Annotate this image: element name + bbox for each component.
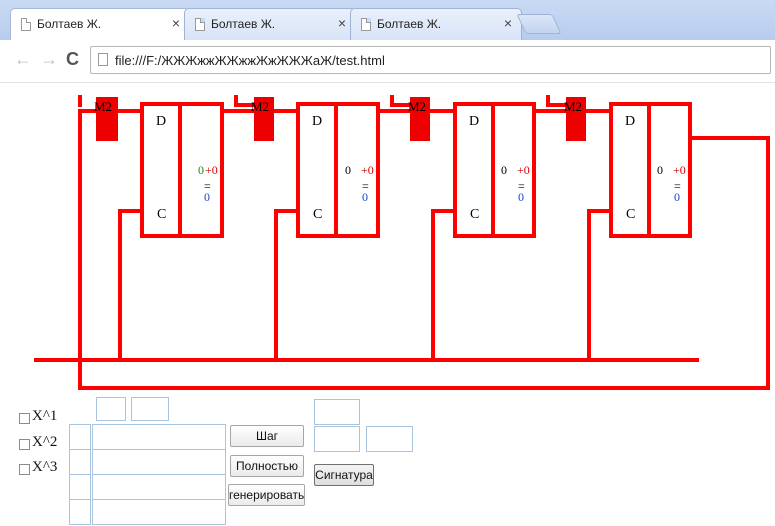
step-button[interactable]: Шаг <box>230 425 304 447</box>
page-icon <box>98 53 108 66</box>
tab-2[interactable]: Болтаев Ж. × <box>184 8 356 40</box>
x2-checkbox[interactable] <box>19 439 30 450</box>
input-field[interactable] <box>96 397 126 421</box>
input-field[interactable] <box>366 426 413 452</box>
inverse-value: 0 <box>362 190 368 204</box>
clock-feed-3 <box>431 209 457 362</box>
input-field[interactable] <box>69 424 91 450</box>
m2-module-4: M2 <box>564 97 586 141</box>
reload-icon[interactable]: C <box>66 49 79 70</box>
address-bar[interactable]: file:///F:/ЖЖЖжжЖЖжжЖжЖЖЖаЖ/test.html <box>90 46 771 74</box>
tab-1[interactable]: Болтаев Ж. × <box>10 8 190 41</box>
clock-feed-1 <box>118 209 144 362</box>
input-field[interactable] <box>314 399 360 425</box>
signature-button[interactable]: Сигнатура <box>314 464 374 486</box>
d-input-label: D <box>625 114 635 129</box>
state-value: 0 <box>345 163 351 177</box>
c-input-label: C <box>313 207 322 222</box>
d-trigger-1: D C 0 +0 = 0 <box>140 102 224 238</box>
input-field[interactable] <box>92 499 226 525</box>
m2-module-2: M2 <box>251 97 274 141</box>
tab-title: Болтаев Ж. <box>377 17 442 31</box>
close-icon[interactable]: × <box>338 15 346 31</box>
output-wire <box>688 136 770 362</box>
plus-value: +0 <box>673 163 686 177</box>
c-input-label: C <box>626 207 635 222</box>
clock-feed-4 <box>587 209 613 362</box>
d-trigger-4: D C 0 +0 = 0 <box>609 102 692 238</box>
d-input-label: D <box>469 114 479 129</box>
plus-value: +0 <box>361 163 374 177</box>
input-field[interactable] <box>92 449 226 475</box>
module-label: M2 <box>251 99 269 114</box>
plus-value: +0 <box>205 163 218 177</box>
inverse-value: 0 <box>518 190 524 204</box>
close-icon[interactable]: × <box>504 15 512 31</box>
shift-register-circuit: D C 0 +0 = 0 D C 0 +0 = 0 D C 0 +0 = 0 D… <box>34 95 770 390</box>
generate-button[interactable]: генерировать <box>228 484 305 506</box>
inverse-value: 0 <box>674 190 680 204</box>
back-arrow-icon[interactable]: ← <box>14 49 32 70</box>
page-icon <box>195 18 205 31</box>
input-field[interactable] <box>69 449 91 475</box>
x1-label: X^1 <box>32 408 58 424</box>
d-input-label: D <box>156 114 166 129</box>
page-icon <box>361 18 371 31</box>
d-trigger-2: D C 0 +0 = 0 <box>296 102 380 238</box>
url-text: file:///F:/ЖЖЖжжЖЖжжЖжЖЖЖаЖ/test.html <box>115 53 385 68</box>
module-label: M2 <box>408 99 426 114</box>
state-value: 0 <box>198 163 204 177</box>
module-label: M2 <box>564 99 582 114</box>
tab-strip: Болтаев Ж. × Болтаев Ж. × Болтаев Ж. × <box>0 0 775 41</box>
m2-module-1: M2 <box>94 97 118 141</box>
c-input-label: C <box>157 207 166 222</box>
forward-arrow-icon[interactable]: → <box>40 49 58 70</box>
input-field[interactable] <box>69 474 91 500</box>
full-run-button[interactable]: Полностью <box>230 455 304 477</box>
tab-title: Болтаев Ж. <box>211 17 276 31</box>
c-input-label: C <box>470 207 479 222</box>
input-field[interactable] <box>92 474 226 500</box>
x3-checkbox[interactable] <box>19 464 30 475</box>
x2-label: X^2 <box>32 434 58 450</box>
plus-value: +0 <box>517 163 530 177</box>
d-trigger-3: D C 0 +0 = 0 <box>453 102 536 238</box>
input-field[interactable] <box>92 424 226 450</box>
input-field[interactable] <box>314 426 360 452</box>
x1-checkbox[interactable] <box>19 413 30 424</box>
state-value: 0 <box>657 163 663 177</box>
browser-toolbar: ← → C file:///F:/ЖЖЖжжЖЖжжЖжЖЖЖаЖ/test.h… <box>0 40 775 83</box>
input-field[interactable] <box>69 499 91 525</box>
input-field[interactable] <box>131 397 169 421</box>
new-tab-button[interactable] <box>516 14 562 34</box>
x3-label: X^3 <box>32 459 58 475</box>
clock-feed-2 <box>274 209 300 362</box>
m2-module-3: M2 <box>408 97 430 141</box>
d-input-label: D <box>312 114 322 129</box>
page-icon <box>21 18 31 31</box>
state-value: 0 <box>501 163 507 177</box>
close-icon[interactable]: × <box>172 15 180 31</box>
inverse-value: 0 <box>204 190 210 204</box>
module-label: M2 <box>94 99 112 114</box>
tab-title: Болтаев Ж. <box>37 17 102 31</box>
tab-3[interactable]: Болтаев Ж. × <box>350 8 522 40</box>
